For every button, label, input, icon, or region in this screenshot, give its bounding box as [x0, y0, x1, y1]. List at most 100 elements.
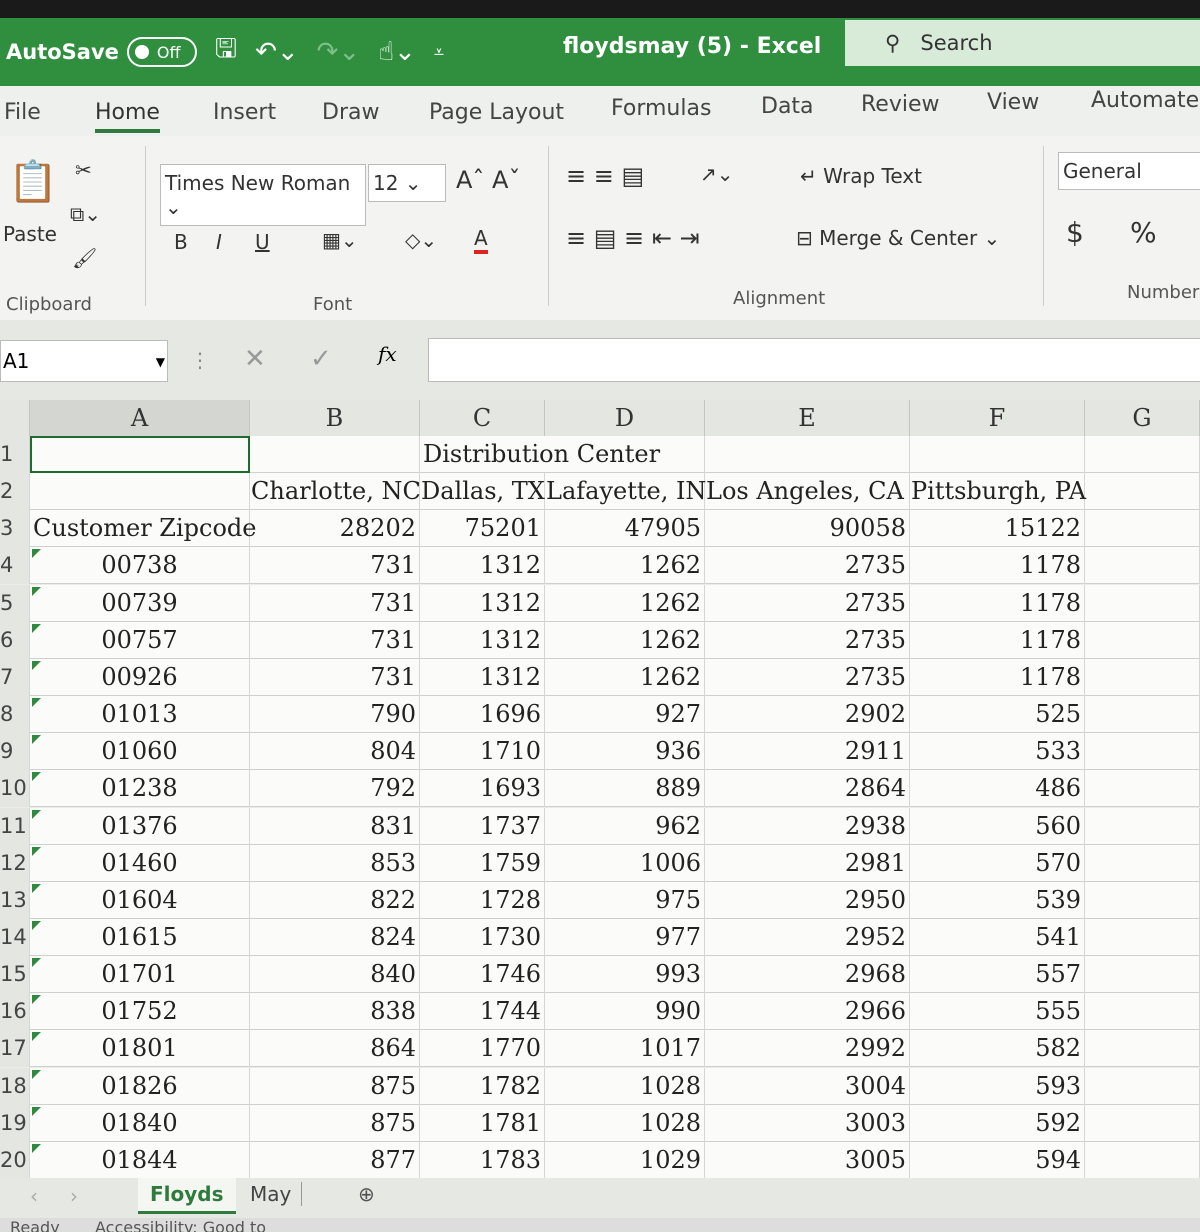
- orientation-icon[interactable]: ↗⌄: [700, 162, 734, 186]
- cell-d1[interactable]: [545, 436, 705, 473]
- row-header[interactable]: 1: [0, 436, 30, 473]
- row-header[interactable]: 13: [0, 881, 30, 919]
- cell-f20[interactable]: 594: [910, 1141, 1085, 1179]
- cell-b13[interactable]: 822: [250, 881, 420, 919]
- cell-e10[interactable]: 2864: [705, 770, 910, 808]
- touch-mode-icon[interactable]: ☝⌄: [378, 37, 416, 67]
- cell-d15[interactable]: 993: [545, 956, 705, 994]
- row-header[interactable]: 3: [0, 510, 30, 548]
- cell-b7[interactable]: 731: [250, 658, 420, 696]
- row-header[interactable]: 17: [0, 1030, 30, 1068]
- cell-g10[interactable]: [1085, 770, 1200, 808]
- cell-a13[interactable]: 01604: [30, 881, 250, 919]
- cell-a6[interactable]: 00757: [30, 621, 250, 659]
- cell-b19[interactable]: 875: [250, 1104, 420, 1142]
- cell-c5[interactable]: 1312: [420, 584, 545, 622]
- cell-c4[interactable]: 1312: [420, 547, 545, 585]
- cell-b2[interactable]: Charlotte, NC: [250, 473, 421, 511]
- cell-f8[interactable]: 525: [910, 696, 1085, 734]
- cell-e20[interactable]: 3005: [705, 1141, 910, 1179]
- insert-function-button[interactable]: fx: [378, 342, 397, 366]
- cell-a15[interactable]: 01701: [30, 956, 250, 994]
- column-header-e[interactable]: E: [705, 400, 910, 436]
- undo-icon[interactable]: ↶⌄: [255, 37, 299, 67]
- cell-b3[interactable]: 28202: [250, 510, 420, 548]
- cell-c19[interactable]: 1781: [420, 1104, 545, 1142]
- underline-button[interactable]: U: [255, 230, 270, 254]
- error-indicator-icon[interactable]: [32, 549, 41, 559]
- cell-b11[interactable]: 831: [250, 807, 420, 845]
- cell-d20[interactable]: 1029: [545, 1141, 705, 1179]
- cell-g3[interactable]: [1085, 510, 1200, 548]
- cell-a11[interactable]: 01376: [30, 807, 250, 845]
- column-header-c[interactable]: C: [420, 400, 545, 436]
- autosave-toggle[interactable]: Off: [126, 37, 197, 67]
- merge-center-button[interactable]: ⊟ Merge & Center ⌄: [796, 226, 1000, 250]
- cell-e8[interactable]: 2902: [705, 696, 910, 734]
- cell-g11[interactable]: [1085, 807, 1200, 845]
- cell-a16[interactable]: 01752: [30, 993, 250, 1031]
- sheet-tab-floyds[interactable]: Floyds: [138, 1178, 236, 1214]
- cell-b6[interactable]: 731: [250, 621, 420, 659]
- cell-g12[interactable]: [1085, 844, 1200, 882]
- tab-review[interactable]: Review: [861, 92, 940, 117]
- cell-d18[interactable]: 1028: [545, 1067, 705, 1105]
- error-indicator-icon[interactable]: [32, 586, 41, 596]
- cell-g18[interactable]: [1085, 1067, 1200, 1105]
- cell-b15[interactable]: 840: [250, 956, 420, 994]
- cell-g14[interactable]: [1085, 918, 1200, 956]
- cancel-icon[interactable]: ✕: [244, 344, 266, 374]
- cell-g20[interactable]: [1085, 1141, 1200, 1179]
- cell-b10[interactable]: 792: [250, 770, 420, 808]
- format-painter-icon[interactable]: 🖌: [72, 246, 97, 270]
- cell-f17[interactable]: 582: [910, 1030, 1085, 1068]
- cell-d10[interactable]: 889: [545, 770, 705, 808]
- row-header[interactable]: 4: [0, 547, 30, 585]
- row-header[interactable]: 12: [0, 844, 30, 882]
- cell-c8[interactable]: 1696: [420, 696, 545, 734]
- row-header[interactable]: 18: [0, 1067, 30, 1105]
- row-header[interactable]: 20: [0, 1141, 30, 1179]
- cell-e16[interactable]: 2966: [705, 993, 910, 1031]
- cell-f4[interactable]: 1178: [910, 547, 1085, 585]
- cell-a1[interactable]: [30, 436, 250, 473]
- italic-button[interactable]: I: [216, 230, 222, 254]
- name-box[interactable]: A1 ▼: [0, 340, 168, 382]
- font-size-select[interactable]: 12 ⌄: [368, 164, 446, 202]
- cell-f14[interactable]: 541: [910, 918, 1085, 956]
- error-indicator-icon[interactable]: [32, 1032, 41, 1042]
- cell-a20[interactable]: 01844: [30, 1141, 250, 1179]
- tab-draw[interactable]: Draw: [322, 100, 379, 125]
- cell-f13[interactable]: 539: [910, 881, 1085, 919]
- cell-g5[interactable]: [1085, 584, 1200, 622]
- cell-e1[interactable]: [705, 436, 910, 473]
- cell-b18[interactable]: 875: [250, 1067, 420, 1105]
- error-indicator-icon[interactable]: [32, 660, 41, 670]
- cell-d4[interactable]: 1262: [545, 547, 705, 585]
- redo-icon[interactable]: ↷⌄: [317, 37, 361, 67]
- tab-formulas[interactable]: Formulas: [611, 96, 711, 121]
- column-header-g[interactable]: G: [1085, 400, 1200, 436]
- percent-button[interactable]: %: [1130, 216, 1157, 249]
- row-header[interactable]: 5: [0, 584, 30, 622]
- vertical-align-icons[interactable]: ≡ ≡ ▤: [566, 162, 644, 190]
- cell-d9[interactable]: 936: [545, 733, 705, 771]
- error-indicator-icon[interactable]: [32, 920, 41, 930]
- cell-f7[interactable]: 1178: [910, 658, 1085, 696]
- cell-e14[interactable]: 2952: [705, 918, 910, 956]
- cell-g8[interactable]: [1085, 696, 1200, 734]
- cell-d7[interactable]: 1262: [545, 658, 705, 696]
- accessibility-status[interactable]: Accessibility: Good to: [95, 1218, 266, 1232]
- cell-c17[interactable]: 1770: [420, 1030, 545, 1068]
- cell-f3[interactable]: 15122: [910, 510, 1085, 548]
- cell-f9[interactable]: 533: [910, 733, 1085, 771]
- cell-c10[interactable]: 1693: [420, 770, 545, 808]
- cell-a9[interactable]: 01060: [30, 733, 250, 771]
- row-header[interactable]: 8: [0, 696, 30, 734]
- scroll-left-icon[interactable]: ‹: [30, 1184, 38, 1208]
- cell-a14[interactable]: 01615: [30, 918, 250, 956]
- cell-f15[interactable]: 557: [910, 956, 1085, 994]
- cell-b12[interactable]: 853: [250, 844, 420, 882]
- cell-d2[interactable]: Lafayette, IN: [545, 473, 706, 511]
- cell-a12[interactable]: 01460: [30, 844, 250, 882]
